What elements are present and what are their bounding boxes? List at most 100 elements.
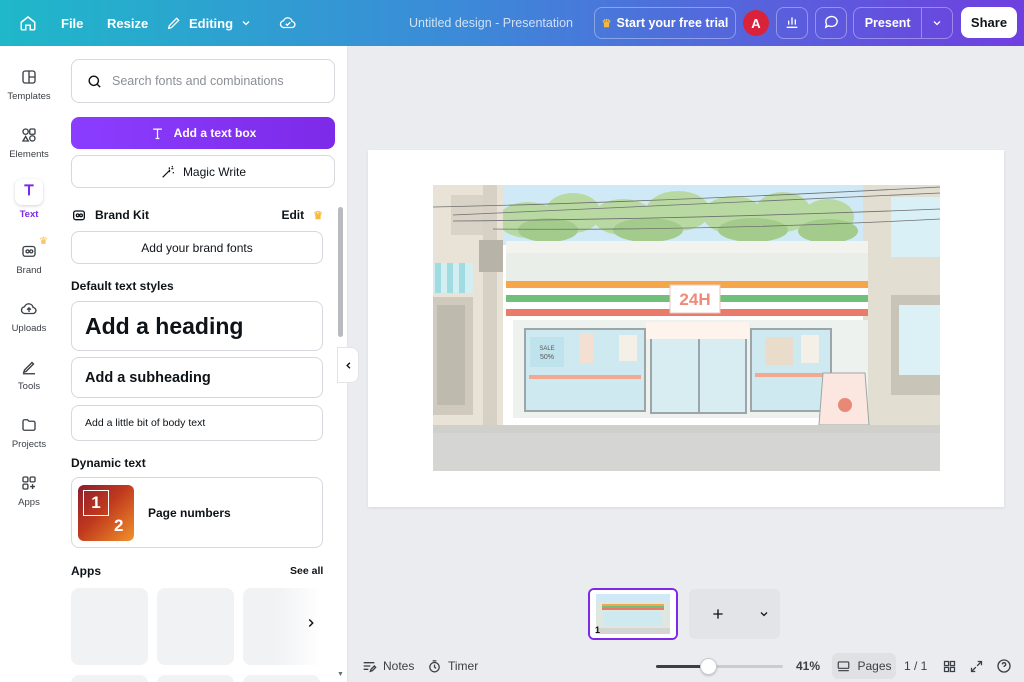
- text-icon: [152, 128, 162, 139]
- collapse-panel-button[interactable]: [337, 347, 359, 383]
- rail-label: Elements: [9, 149, 49, 160]
- page-numbers-card[interactable]: 1 2 Page numbers: [71, 477, 323, 548]
- see-all-link[interactable]: See all: [290, 565, 323, 577]
- rail-item-text[interactable]: Text: [0, 176, 58, 226]
- pages-icon: [838, 661, 850, 672]
- rail-item-projects[interactable]: Projects: [0, 410, 58, 460]
- add-subheading-card[interactable]: Add a subheading: [71, 357, 323, 398]
- expand-icon: [970, 660, 983, 672]
- rail-label: Apps: [18, 497, 40, 508]
- cloud-sync-button[interactable]: [278, 0, 298, 46]
- brand-icon: [73, 210, 85, 221]
- comment-icon: [823, 13, 840, 33]
- add-brand-fonts-button[interactable]: Add your brand fonts: [71, 231, 323, 264]
- fullscreen-button[interactable]: [969, 650, 984, 682]
- editing-label: Editing: [189, 15, 234, 31]
- analytics-button[interactable]: [776, 7, 808, 39]
- grid-view-button[interactable]: [942, 650, 957, 682]
- comments-button[interactable]: [815, 7, 847, 39]
- app-tile[interactable]: [71, 675, 148, 682]
- timer-icon: [429, 659, 440, 672]
- rail-item-templates[interactable]: Templates: [0, 62, 58, 112]
- crown-icon: ♛: [39, 236, 48, 247]
- grid-icon: [943, 660, 956, 672]
- rail-label: Text: [19, 209, 39, 220]
- app-tile[interactable]: [71, 588, 148, 665]
- rail-item-uploads[interactable]: Uploads: [0, 294, 58, 344]
- chevron-down-icon[interactable]: [747, 608, 780, 620]
- scroll-down-arrow-icon[interactable]: ▼: [337, 671, 344, 678]
- rail-item-elements[interactable]: Elements: [0, 120, 58, 170]
- add-page-button[interactable]: [689, 589, 780, 639]
- zoom-slider-handle[interactable]: [700, 658, 717, 675]
- apps-heading: Apps: [71, 564, 101, 578]
- magic-wand-icon: [162, 165, 174, 178]
- app-tile[interactable]: [243, 675, 320, 682]
- apps-icon: [22, 476, 36, 490]
- add-heading-card[interactable]: Add a heading: [71, 301, 323, 351]
- rail-label: Projects: [11, 439, 47, 450]
- default-text-styles-heading: Default text styles: [71, 279, 174, 293]
- brand-kit-label: Brand Kit: [95, 208, 149, 222]
- convenience-store-illustration[interactable]: 24H SALE 50%: [433, 185, 940, 471]
- elements-icon: [21, 128, 36, 142]
- bottom-bar: Notes Timer 41% 1 / 1: [349, 650, 1024, 682]
- file-menu[interactable]: File: [61, 0, 83, 46]
- pages-button[interactable]: Pages: [832, 653, 896, 679]
- notes-icon: [363, 662, 377, 673]
- store-sign-text: 24H: [679, 290, 710, 309]
- brand-icon: [22, 245, 36, 257]
- notes-label: Notes: [383, 659, 415, 673]
- dynamic-text-heading: Dynamic text: [71, 456, 146, 470]
- free-trial-button[interactable]: ♛ Start your free trial: [594, 7, 736, 39]
- zoom-level[interactable]: 41%: [796, 650, 820, 682]
- share-button[interactable]: Share: [961, 7, 1017, 38]
- left-rail: Templates Elements Text Brand ♛ Uploads …: [0, 46, 58, 682]
- app-tile[interactable]: [157, 588, 234, 665]
- brand-kit-edit-link[interactable]: Edit: [281, 208, 304, 222]
- rail-label: Templates: [7, 91, 51, 102]
- search-input[interactable]: Search fonts and combinations: [71, 59, 335, 103]
- search-placeholder: Search fonts and combinations: [112, 74, 284, 88]
- rail-label: Brand: [16, 265, 42, 276]
- chevron-down-icon: [240, 17, 252, 29]
- rail-label: Tools: [17, 381, 41, 392]
- notes-button[interactable]: Notes: [361, 650, 414, 682]
- app-tile[interactable]: [157, 675, 234, 682]
- crown-icon: ♛: [601, 17, 612, 30]
- timer-button[interactable]: Timer: [427, 650, 478, 682]
- page-count: 1 / 1: [904, 659, 928, 673]
- plus-icon[interactable]: [689, 606, 747, 622]
- avatar[interactable]: A: [743, 10, 769, 36]
- rail-item-tools[interactable]: Tools: [0, 352, 58, 402]
- editing-dropdown[interactable]: Editing: [166, 0, 252, 46]
- add-body-text-card[interactable]: Add a little bit of body text: [71, 405, 323, 441]
- resize-button[interactable]: Resize: [107, 0, 148, 46]
- rail-item-brand[interactable]: Brand ♛: [0, 236, 58, 286]
- add-text-box-label: Add a text box: [173, 126, 257, 140]
- pages-label: Pages: [857, 659, 892, 673]
- magic-write-label: Magic Write: [182, 164, 247, 179]
- chevron-right-icon[interactable]: [304, 616, 318, 635]
- design-title[interactable]: Untitled design - Presentation: [409, 0, 573, 46]
- page-thumbnail-number: 1: [595, 625, 601, 635]
- text-panel: Search fonts and combinations Add a text…: [58, 46, 348, 682]
- chevron-down-icon[interactable]: [922, 17, 952, 29]
- present-label: Present: [864, 16, 911, 30]
- home-button[interactable]: [19, 0, 37, 46]
- search-icon: [88, 74, 101, 88]
- help-button[interactable]: [996, 650, 1012, 682]
- bar-chart-icon: [784, 14, 800, 33]
- zoom-slider-track[interactable]: [656, 658, 783, 675]
- page-thumbnail[interactable]: 1: [588, 588, 678, 640]
- timer-label: Timer: [448, 659, 479, 673]
- add-text-box-button[interactable]: Add a text box: [71, 117, 335, 149]
- crown-icon: ♛: [313, 209, 323, 222]
- rail-item-apps[interactable]: Apps: [0, 468, 58, 518]
- present-button[interactable]: Present: [853, 7, 953, 39]
- templates-icon: [22, 70, 36, 84]
- folder-icon: [22, 419, 36, 431]
- top-bar: File Resize Editing Untitled design - Pr…: [0, 0, 1024, 46]
- panel-scrollbar[interactable]: [338, 207, 343, 337]
- magic-write-button[interactable]: Magic Write: [71, 155, 335, 188]
